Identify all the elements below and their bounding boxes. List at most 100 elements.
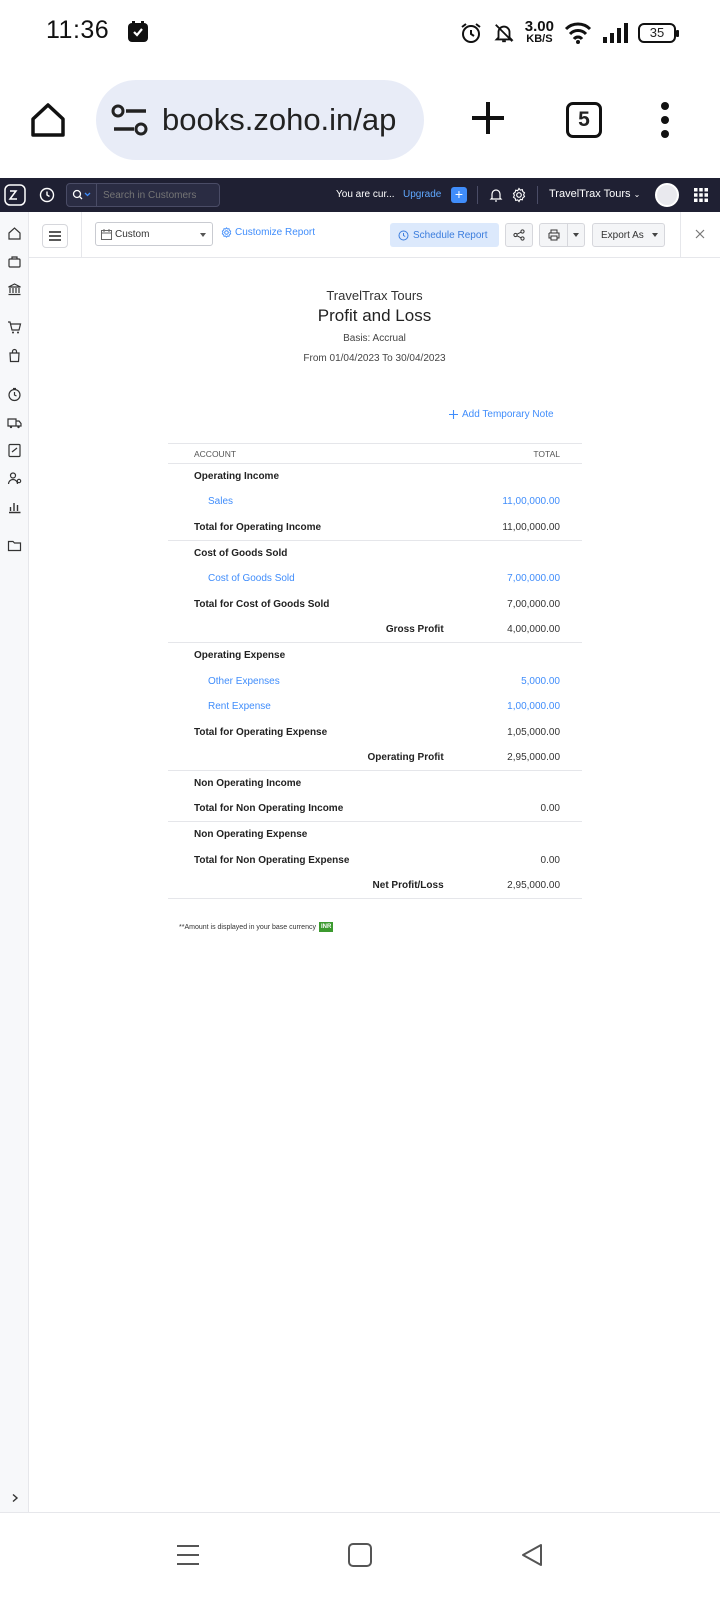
recent-apps-icon[interactable] [176, 1543, 200, 1567]
currency-footnote: **Amount is displayed in your base curre… [179, 922, 334, 932]
total-cell[interactable]: 11,00,000.00 [456, 489, 582, 515]
divider [537, 186, 538, 204]
notifications-bell-icon[interactable] [488, 187, 504, 203]
table-row[interactable]: Cost of Goods Sold 7,00,000.00 [168, 566, 582, 592]
address-bar[interactable]: books.zoho.in/ap [96, 80, 424, 160]
back-triangle-icon[interactable] [520, 1543, 544, 1567]
account-cell: Total for Non Operating Expense [194, 854, 350, 866]
report-date-range: From 01/04/2023 To 30/04/2023 [303, 353, 446, 364]
report-period-value: Custom [115, 228, 150, 240]
table-row: Total for Non Operating Expense 0.00 [168, 847, 582, 873]
upgrade-link[interactable]: Upgrade [403, 189, 441, 200]
banking-nav-icon[interactable] [7, 282, 22, 297]
total-cell [456, 822, 582, 848]
account-cell: Total for Non Operating Income [168, 796, 456, 823]
customize-report-link[interactable]: Customize Report [221, 227, 315, 238]
search-input[interactable] [97, 189, 217, 201]
settings-gear-icon[interactable] [511, 187, 527, 203]
add-temporary-note-link[interactable]: Add Temporary Note [449, 409, 554, 420]
sales-cart-nav-icon[interactable] [7, 320, 22, 335]
account-cell: Operating Income [194, 471, 280, 483]
search-box[interactable] [66, 183, 220, 207]
reports-nav-icon[interactable] [7, 499, 22, 514]
account-cell[interactable]: Sales [168, 489, 456, 515]
account-cell: Net Profit/Loss [168, 873, 456, 900]
total-cell [456, 540, 582, 566]
quick-create-button[interactable]: + [451, 187, 467, 203]
account-cell[interactable]: Other Expenses [168, 668, 456, 694]
share-icon [513, 229, 525, 241]
share-button[interactable] [505, 223, 533, 247]
new-tab-icon[interactable] [468, 98, 508, 138]
calendar-icon [101, 228, 112, 240]
items-nav-icon[interactable] [7, 254, 22, 269]
print-button-group [539, 223, 585, 247]
report-basis: Basis: Accrual [343, 333, 406, 344]
home-nav-icon[interactable] [7, 226, 22, 241]
report-title: Profit and Loss [317, 306, 432, 325]
home-square-icon[interactable] [348, 1543, 372, 1567]
apps-grid-icon[interactable] [694, 188, 708, 202]
wifi-icon [564, 22, 592, 44]
sidebar [0, 212, 29, 1512]
net-speed: 3.00 KB/S [524, 18, 554, 45]
total-cell: 2,95,000.00 [455, 745, 582, 772]
home-icon[interactable] [28, 100, 68, 140]
schedule-report-button[interactable]: Schedule Report [390, 223, 499, 247]
report-org-name: TravelTrax Tours [326, 288, 423, 303]
menu-toggle-button[interactable] [42, 224, 68, 248]
table-row: Total for Operating Expense 1,05,000.00 [168, 719, 582, 745]
bell-off-icon [494, 24, 514, 43]
alarm-icon [461, 23, 481, 43]
expand-sidebar-button[interactable] [0, 1486, 29, 1510]
documents-folder-nav-icon[interactable] [7, 538, 22, 553]
tab-switcher-button[interactable]: 5 [566, 102, 602, 138]
divider [81, 212, 82, 258]
table-row[interactable]: Other Expenses 5,000.00 [168, 668, 582, 694]
org-switcher[interactable]: TravelTrax Tours ⌄ [549, 188, 640, 200]
table-row: Total for Cost of Goods Sold 7,00,000.00 [168, 591, 582, 617]
plus-icon [449, 410, 458, 419]
table-row: Net Profit/Loss 2,95,000.00 [168, 873, 582, 900]
total-cell[interactable]: 1,00,000.00 [456, 694, 582, 720]
account-cell[interactable]: Rent Expense [168, 694, 456, 720]
print-button[interactable] [540, 224, 568, 246]
report-period-select[interactable]: Custom [95, 222, 213, 246]
battery-icon: 35 [638, 23, 679, 43]
status-time: 11:36 [46, 16, 110, 44]
gst-filing-nav-icon[interactable] [7, 443, 22, 458]
purchases-bag-nav-icon[interactable] [7, 348, 22, 363]
time-tracking-nav-icon[interactable] [7, 387, 22, 402]
account-cell: Non Operating Income [194, 778, 302, 790]
export-as-button[interactable]: Export As [592, 223, 665, 247]
total-cell: 4,00,000.00 [455, 617, 582, 644]
print-options-dropdown[interactable] [568, 233, 584, 237]
clock-icon [398, 230, 409, 240]
total-cell[interactable]: 7,00,000.00 [456, 566, 582, 592]
site-settings-icon[interactable] [110, 103, 150, 137]
export-as-label: Export As [601, 229, 644, 241]
table-row: Cost of Goods Sold [168, 540, 582, 566]
zoho-books-logo-icon[interactable] [4, 184, 26, 206]
table-row[interactable]: Sales 11,00,000.00 [168, 489, 582, 515]
schedule-report-label: Schedule Report [413, 229, 488, 241]
eway-bills-truck-nav-icon[interactable] [7, 415, 22, 430]
more-vert-icon[interactable] [660, 100, 670, 140]
printer-icon [548, 229, 559, 241]
signal-icon [603, 23, 628, 43]
column-header-total: TOTAL [455, 443, 582, 464]
table-row[interactable]: Rent Expense 1,00,000.00 [168, 694, 582, 720]
trial-status-text: You are cur... [336, 189, 395, 200]
close-icon[interactable] [693, 227, 707, 241]
total-cell [456, 464, 582, 490]
account-cell: Operating Expense [194, 650, 286, 662]
accountant-nav-icon[interactable] [7, 471, 22, 486]
table-row: Operating Expense [168, 643, 582, 669]
recent-activity-icon[interactable] [38, 186, 56, 204]
total-cell: 0.00 [540, 854, 560, 866]
account-cell[interactable]: Cost of Goods Sold [168, 566, 456, 592]
total-cell[interactable]: 5,000.00 [456, 668, 582, 694]
search-icon[interactable] [67, 184, 97, 206]
app-notification-icon [128, 21, 148, 42]
avatar[interactable] [655, 183, 679, 207]
